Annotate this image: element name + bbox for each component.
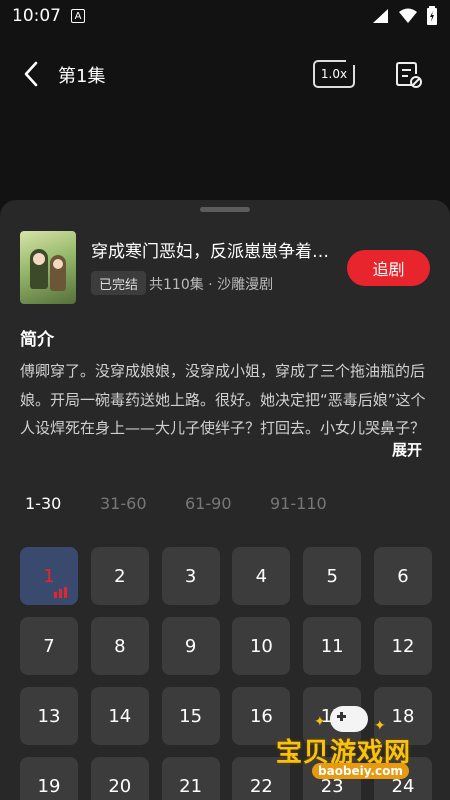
episode-list-icon [396, 62, 422, 88]
range-tab-61-90[interactable]: 61-90 [185, 494, 232, 513]
sparkle-icon: ✦ [314, 714, 326, 730]
range-tab-1-30[interactable]: 1-30 [25, 494, 61, 513]
episode-number: 7 [43, 635, 55, 657]
episode-cell[interactable]: 19 [20, 757, 78, 800]
playback-speed-button[interactable]: 1.0x [313, 59, 356, 88]
episode-number: 11 [320, 635, 344, 657]
episode-cell[interactable]: 21 [161, 757, 220, 800]
episode-cell[interactable]: 15 [161, 687, 220, 745]
watermark-url: baobeiy.com [312, 763, 409, 779]
episode-number: 2 [114, 565, 126, 587]
episode-number: 5 [326, 565, 338, 587]
watermark-logo: ✦ ✦ 宝贝游戏网 baobeiy.com [270, 700, 450, 800]
follow-button[interactable]: 追剧 [347, 250, 430, 286]
back-arrow-icon [24, 61, 38, 87]
episode-cell[interactable]: 14 [90, 687, 149, 745]
now-playing-icon [54, 587, 67, 598]
episode-number: 3 [184, 565, 197, 587]
range-tab-31-60[interactable]: 31-60 [100, 494, 147, 513]
episode-number: 8 [114, 635, 126, 657]
notification-icon: A [71, 9, 85, 23]
episode-number: 6 [397, 565, 409, 587]
expand-button[interactable]: 展开 [390, 442, 423, 458]
episode-number: 12 [391, 635, 415, 657]
episode-number: 19 [37, 775, 61, 797]
episode-number: 13 [37, 705, 61, 727]
episode-cell[interactable]: 20 [90, 757, 149, 800]
episode-cell[interactable]: 5 [303, 547, 362, 605]
speed-label: 1.0x [320, 67, 348, 81]
drama-meta: 共110集 · 沙雕漫剧 [149, 277, 274, 293]
intro-text: 傅卿穿了。没穿成娘娘，没穿成小姐，穿成了三个拖油瓶的后娘。开局一碗毒药送她上路。… [20, 362, 426, 437]
episode-number: 9 [184, 635, 197, 657]
episode-number: 4 [255, 565, 268, 587]
episode-cell[interactable]: 13 [20, 687, 78, 745]
episode-cell[interactable]: 1 [20, 547, 78, 605]
episode-cell[interactable]: 2 [90, 547, 149, 605]
episode-cell[interactable]: 12 [373, 617, 432, 675]
episode-cell[interactable]: 4 [232, 547, 291, 605]
battery-icon [427, 6, 437, 25]
episode-cell[interactable]: 8 [90, 617, 149, 675]
episode-cell[interactable]: 10 [232, 617, 291, 675]
drag-handle[interactable] [200, 207, 250, 212]
episode-number: 14 [108, 705, 132, 727]
status-badge: 已完结 [91, 271, 147, 295]
drama-title: 穿成寒门恶妇，反派崽崽争着喊… [91, 242, 343, 262]
intro-heading: 简介 [20, 330, 54, 350]
episode-cell[interactable]: 7 [20, 617, 78, 675]
episode-cell[interactable]: 6 [373, 547, 432, 605]
back-button[interactable] [14, 56, 50, 92]
episode-cell[interactable]: 3 [161, 547, 220, 605]
status-time: 10:07 [12, 6, 61, 26]
episode-number: 10 [249, 635, 273, 657]
signal-icon [373, 9, 388, 23]
episode-number: 1 [43, 565, 55, 587]
episode-cell[interactable]: 11 [303, 617, 362, 675]
range-tabs: 1-30 31-60 61-90 91-110 [0, 494, 450, 516]
status-bar: 10:07 A [0, 0, 450, 32]
drama-cover-image [20, 231, 76, 304]
episode-list-button[interactable] [392, 58, 424, 90]
top-bar: 第1集 1.0x [0, 44, 450, 104]
episode-number: 21 [179, 775, 203, 797]
range-tab-91-110[interactable]: 91-110 [270, 494, 327, 513]
gamepad-icon [330, 706, 368, 732]
episode-number: 20 [108, 775, 132, 797]
episode-title: 第1集 [58, 66, 106, 87]
episode-number: 15 [179, 705, 203, 727]
episode-cell[interactable]: 9 [161, 617, 220, 675]
wifi-icon [399, 8, 417, 23]
